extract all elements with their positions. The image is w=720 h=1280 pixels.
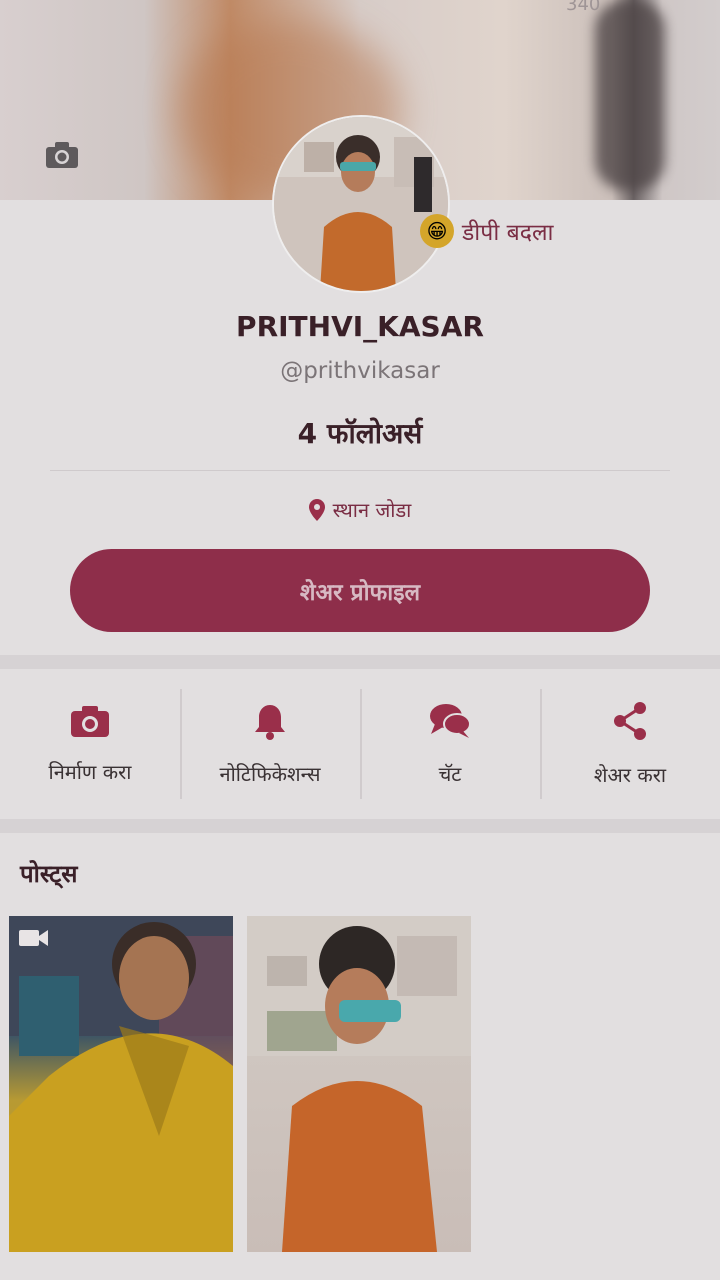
section-separator: [0, 819, 720, 833]
location-pin-icon: [308, 498, 325, 521]
posts-section: पोस्ट्स: [0, 833, 720, 1280]
section-separator: [0, 655, 720, 669]
chat-icon: [430, 703, 471, 738]
profile-name: PRITHVI_KASAR: [236, 310, 484, 343]
camera-icon: [71, 705, 109, 737]
share-button[interactable]: शेअर करा: [540, 669, 720, 819]
change-dp-label: डीपी बदला: [462, 220, 554, 246]
create-label: निर्माण करा: [48, 759, 132, 784]
followers-count[interactable]: 4 फॉलोअर्स: [0, 414, 720, 452]
grin-emoji-icon: 😁: [420, 214, 454, 248]
post-thumbnail[interactable]: [9, 916, 233, 1252]
bell-icon: [255, 704, 285, 740]
notifications-label: नोटिफिकेशन्स: [219, 761, 321, 786]
cover-figure-dark: [595, 0, 665, 190]
create-button[interactable]: निर्माण करा: [0, 669, 180, 819]
video-icon: [19, 930, 48, 946]
share-icon: [614, 701, 646, 740]
post-thumbnail[interactable]: [247, 916, 471, 1252]
notifications-button[interactable]: नोटिफिकेशन्स: [180, 669, 360, 819]
chat-label: चॅट: [438, 761, 462, 786]
add-location-link[interactable]: स्थान जोडा: [0, 496, 720, 523]
location-label: स्थान जोडा: [332, 498, 412, 522]
profile-handle: @prithvikasar: [280, 358, 440, 384]
share-profile-button[interactable]: शेअर प्रोफाइल: [70, 549, 650, 632]
chat-button[interactable]: चॅट: [360, 669, 540, 819]
change-dp-button[interactable]: 😁 डीपी बदला: [420, 210, 554, 252]
share-label: शेअर करा: [593, 762, 667, 787]
divider: [50, 470, 670, 471]
change-cover-camera-icon[interactable]: [44, 140, 82, 170]
avatar[interactable]: [272, 115, 450, 293]
action-bar: निर्माण करा नोटिफिकेशन्स चॅट शेअर करा: [0, 669, 720, 819]
posts-title: पोस्ट्स: [20, 860, 78, 888]
cover-counter: 340: [566, 0, 601, 15]
